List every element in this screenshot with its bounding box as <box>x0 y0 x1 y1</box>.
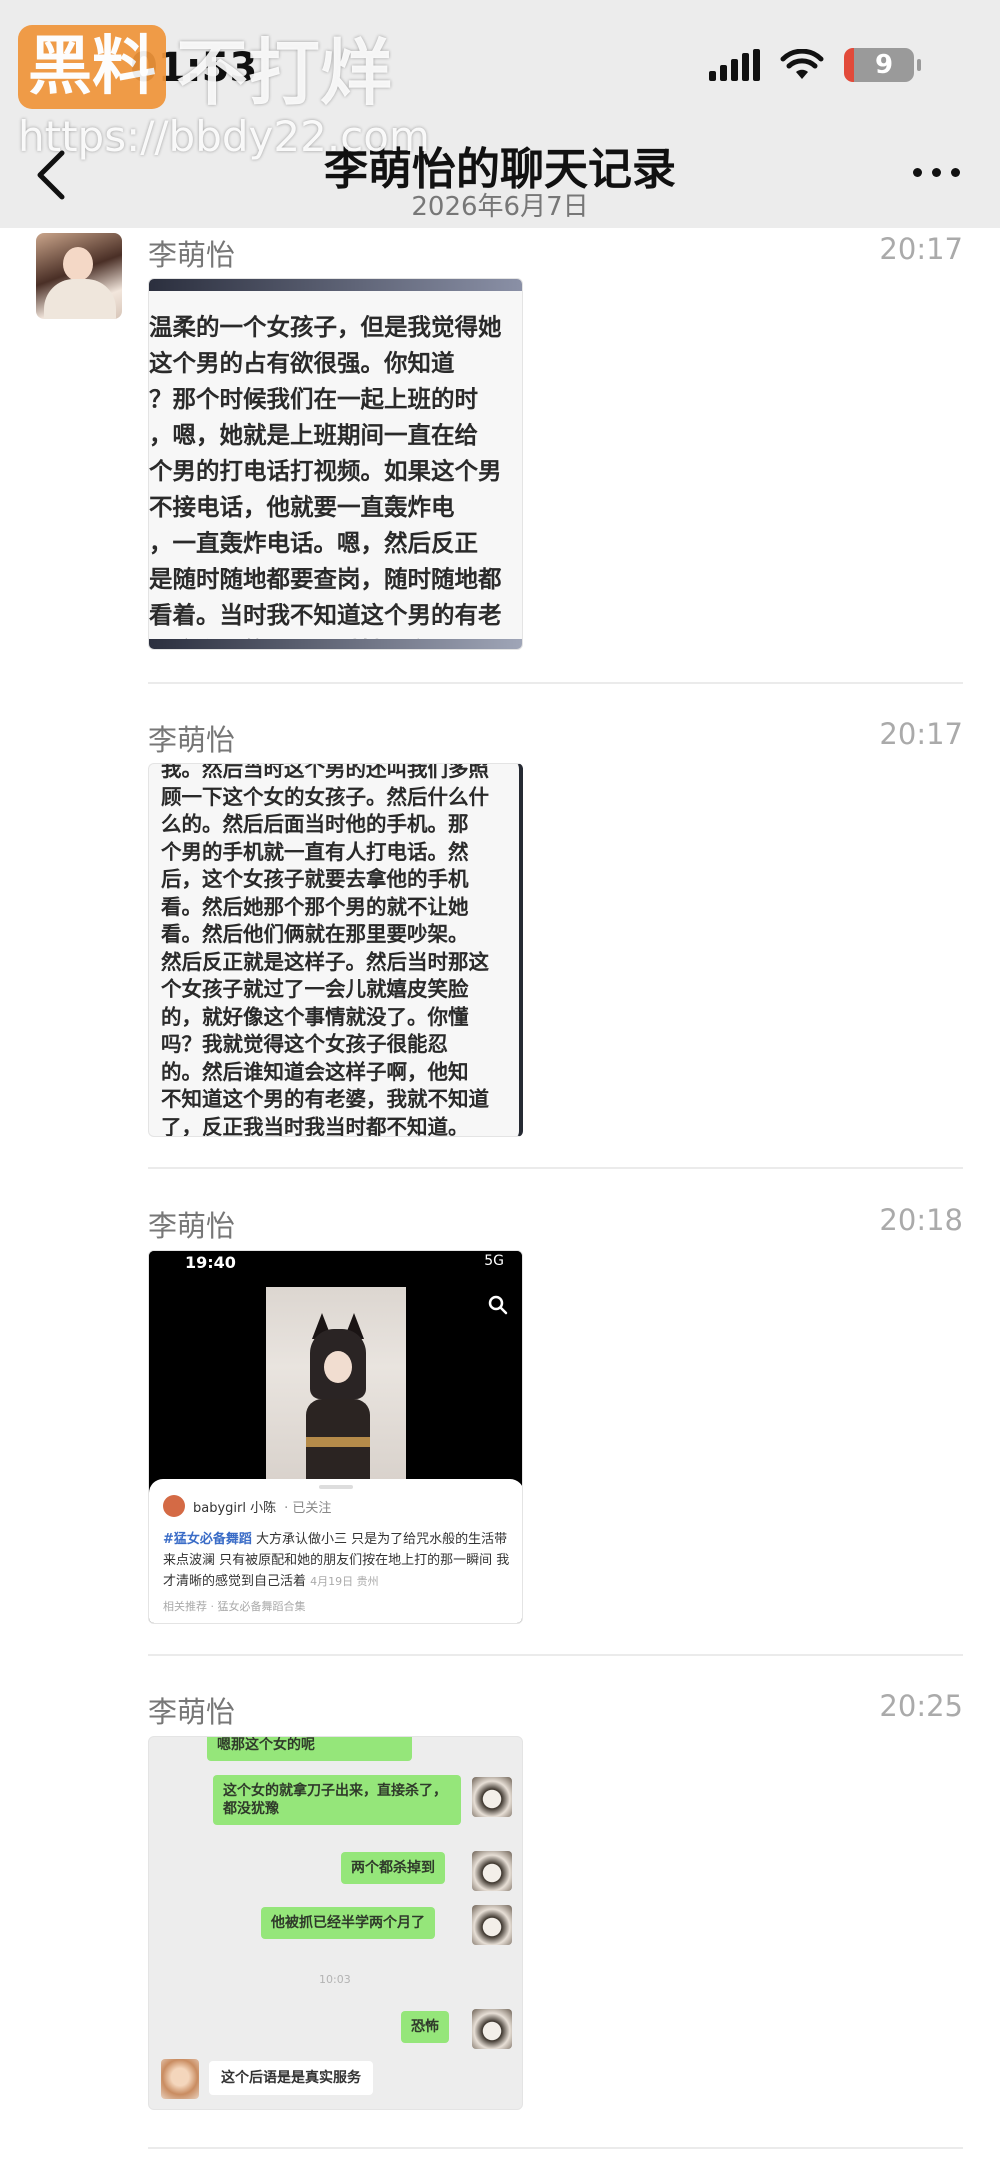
image-text: 温柔的一个女孩子，但是我觉得她 这个男的占有欲很强。你知道 ？那个时候我们在一起上班… <box>149 291 522 649</box>
image-text-line: 是随时随地都要查岗，随时随地都 <box>149 565 502 593</box>
chat-avatar <box>472 1851 512 1891</box>
chat-bubble: 嗯那这个女的呢 <box>207 1737 412 1761</box>
watermark-url: https://bbdy22.com <box>18 112 430 161</box>
battery-icon: 9 <box>844 48 921 82</box>
image-text-line: 吗？我就觉得这个女孩子很能忍 <box>161 1032 448 1056</box>
image-text-line: 后，这个女孩子就要去拿他的手机 <box>161 867 469 891</box>
image-text-line: 么的。然后后面当时他的手机。那 <box>161 812 469 836</box>
screenshot-network: 5G <box>484 1253 504 1269</box>
divider <box>148 682 963 684</box>
image-text-line: 温柔的一个女孩子，但是我觉得她 <box>149 313 502 341</box>
more-button[interactable] <box>913 168 960 177</box>
message-item: 李萌怡 20:25 嗯那这个女的呢 这个女的就拿刀子出来，直接杀了，都没犹豫 两… <box>148 1689 963 2149</box>
chat-bubble: 两个都杀掉到 <box>341 1852 445 1884</box>
sender-name: 李萌怡 <box>148 1695 236 1729</box>
message-time: 20:17 <box>879 232 963 266</box>
image-text-line: 看。然后她那个那个男的就不让她 <box>161 894 469 919</box>
image-text-line: ，嗯，她就是上班期间一直在给 <box>149 421 478 449</box>
image-text-line: 个男的打电话打视频。如果这个男 <box>149 457 502 485</box>
image-text-line: 顾一下这个女的女孩子。然后什么什 <box>161 784 489 809</box>
wifi-icon <box>780 49 824 79</box>
signal-icon <box>709 49 760 81</box>
dot-icon <box>932 168 941 177</box>
chat-bubble: 他被抓已经半学两个月了 <box>261 1907 435 1939</box>
divider <box>148 1167 963 1169</box>
image-text-line: 看。然后他们俩就在那里要吵架。 <box>161 922 469 946</box>
sender-name: 李萌怡 <box>148 1209 236 1243</box>
post-user: babygirl 小陈 <box>193 1500 277 1516</box>
message-item: 李萌怡 20:17 我。然后当时这个男的还叫我们多照顾一下这个女的女孩子。然后什… <box>148 717 963 1177</box>
chat-timestamp: 10:03 <box>319 1973 351 1986</box>
image-text-line: 个男的手机就一直有人打电话。然 <box>161 839 469 864</box>
sender-name: 李萌怡 <box>148 723 236 757</box>
status-time: 01:53 <box>130 45 258 91</box>
post-tag: #猛女必备舞蹈 <box>163 1532 252 1547</box>
image-text-line: 我。然后当时这个男的还叫我们多照 <box>161 763 489 781</box>
image-text-line: 个女孩子就过了一会儿就嬉皮笑脸 <box>161 977 469 1001</box>
screenshot-time: 19:40 <box>185 1253 236 1272</box>
image-text: 我。然后当时这个男的还叫我们多照顾一下这个女的女孩子。然后什么什 么的。然后后面当… <box>149 763 519 1137</box>
chat-header: 01:53 9 李萌怡的聊天记录 2026年6月7日 黑料 不打烊 https:… <box>0 0 1000 228</box>
image-text-line: 不知道这个男的有老婆，我就不知道 <box>161 1087 489 1111</box>
message-item: 李萌怡 20:17 温柔的一个女孩子，但是我觉得她 这个男的占有欲很强。你知道 ？那… <box>148 232 963 692</box>
chat-avatar <box>472 1905 512 1945</box>
message-image[interactable]: 19:40 5G babygirl 小陈 · 已关注 #猛女必备舞蹈 大方承认做… <box>148 1250 523 1624</box>
post-meta: 4月19日 贵州 <box>310 1575 379 1588</box>
image-text-line: 然后反正就是这样子。然后当时那这 <box>161 949 489 974</box>
message-time: 20:17 <box>879 717 963 751</box>
image-text-line: 的，就好像这个事情就没了。你懂 <box>161 1004 469 1029</box>
avatar[interactable] <box>36 233 122 319</box>
search-icon <box>488 1295 508 1315</box>
dot-icon <box>951 168 960 177</box>
status-icons: 9 <box>709 48 921 82</box>
message-image[interactable]: 嗯那这个女的呢 这个女的就拿刀子出来，直接杀了，都没犹豫 两个都杀掉到 他被抓已… <box>148 1736 523 2110</box>
divider <box>148 1654 963 1656</box>
image-text-line: 的。然后谁知道会这样子啊，他知 <box>161 1059 469 1084</box>
image-text-line: 不接电话，他就要一直轰炸电 <box>149 493 455 521</box>
message-image[interactable]: 我。然后当时这个男的还叫我们多照顾一下这个女的女孩子。然后什么什 么的。然后后面当… <box>148 763 523 1137</box>
image-text-line: 了，反正我当时我当时都不知道。 <box>161 1114 469 1137</box>
chat-bubble: 恐怖 <box>401 2011 449 2043</box>
chat-avatar <box>472 1777 512 1817</box>
divider <box>148 2147 963 2149</box>
sender-name: 李萌怡 <box>148 238 236 272</box>
message-item: 李萌怡 20:18 19:40 5G babygirl 小陈 · 已关注 #猛女… <box>148 1203 963 1663</box>
message-image[interactable]: 温柔的一个女孩子，但是我觉得她 这个男的占有欲很强。你知道 ？那个时候我们在一起上班… <box>148 278 523 650</box>
post-panel: babygirl 小陈 · 已关注 #猛女必备舞蹈 大方承认做小三 只是为了给咒… <box>149 1479 522 1623</box>
image-text-line: ？那个时候我们在一起上班的时 <box>149 385 478 413</box>
image-text-line: 看着。当时我不知道这个男的有老 <box>149 601 502 629</box>
chat-date: 2026年6月7日 <box>411 192 589 222</box>
chat-avatar <box>472 2009 512 2049</box>
message-time: 20:25 <box>879 1689 963 1723</box>
dot-icon <box>913 168 922 177</box>
image-text-line: 这个男的占有欲很强。你知道 <box>149 349 455 377</box>
post-foot: 相关推荐 · 猛女必备舞蹈合集 <box>163 1600 306 1613</box>
post-follow: · 已关注 <box>284 1500 332 1516</box>
chat-bubble: 这个后语是是真实服务 <box>209 2061 373 2095</box>
video-photo <box>266 1287 406 1487</box>
message-time: 20:18 <box>879 1203 963 1237</box>
chat-bubble: 这个女的就拿刀子出来，直接杀了，都没犹豫 <box>213 1775 461 1825</box>
post-avatar <box>163 1495 185 1517</box>
chat-avatar <box>161 2059 199 2099</box>
image-text-line: ，一直轰炸电话。嗯，然后反正 <box>149 529 478 557</box>
